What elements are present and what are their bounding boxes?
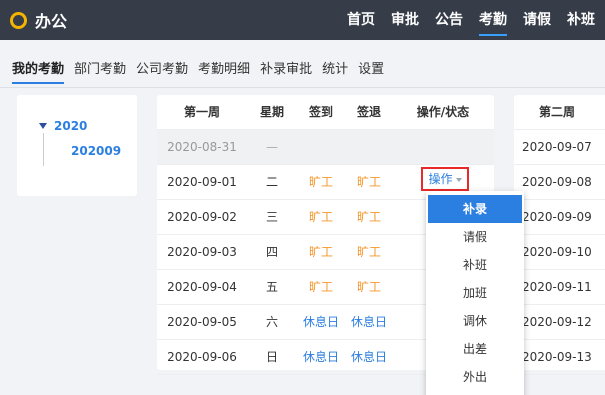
row-checkout-status: 旷工 <box>356 280 381 294</box>
topnav-item-home[interactable]: 首页 <box>347 0 375 40</box>
row-checkin-status: 旷工 <box>308 245 333 259</box>
row-date: 2020-09-11 <box>522 280 592 294</box>
app-title: 办公 <box>35 12 68 31</box>
tree-connector <box>43 133 44 166</box>
row-date: 2020-09-13 <box>522 350 592 364</box>
tree-node-year[interactable]: 2020 <box>54 119 87 133</box>
menu-item-time-off[interactable]: 调休 <box>428 307 522 335</box>
table-row: 2020-09-10 <box>514 235 605 270</box>
row-checkout-status: 旷工 <box>356 245 381 259</box>
row-date: 2020-09-07 <box>522 140 592 154</box>
tree-node-month[interactable]: 202009 <box>71 144 121 158</box>
table-row: 2020-09-13 <box>514 340 605 375</box>
table-header-row: 第二周 <box>514 95 605 130</box>
header-week: 第一周 <box>183 105 220 119</box>
menu-item-supplement[interactable]: 补录 <box>428 195 522 223</box>
row-checkin-status: 旷工 <box>308 280 333 294</box>
row-weekday: 五 <box>265 280 278 294</box>
row-date: 2020-09-09 <box>522 210 592 224</box>
row-weekday: 三 <box>265 210 278 224</box>
row-date: 2020-09-06 <box>167 350 237 364</box>
row-weekday: 四 <box>265 245 278 259</box>
row-checkout-status: 休息日 <box>350 315 387 329</box>
row-weekday: 日 <box>265 350 278 364</box>
row-weekday: 六 <box>265 315 278 329</box>
table-row: 2020-09-12 <box>514 305 605 340</box>
header-week: 第二周 <box>539 105 576 119</box>
row-date: 2020-09-05 <box>167 315 237 329</box>
row-checkin-status: 休息日 <box>302 315 339 329</box>
row-checkout-status: 旷工 <box>356 210 381 224</box>
tab-my-attendance[interactable]: 我的考勤 <box>12 60 65 84</box>
tab-statistics[interactable]: 统计 <box>322 60 348 80</box>
date-tree-panel: 2020 202009 <box>17 95 137 196</box>
row-checkin-status: 旷工 <box>308 175 333 189</box>
week-two-table: 第二周 2020-09-07 2020-09-08 2020-09-09 202… <box>514 95 605 375</box>
row-date: 2020-09-10 <box>522 245 592 259</box>
circle-logo-icon <box>10 11 27 29</box>
sub-nav-tabs: 我的考勤 部门考勤 公司考勤 考勤明细 补录审批 统计 设置 <box>12 60 394 84</box>
operation-label: 操作 <box>428 172 453 186</box>
topnav-item-makeup-shift[interactable]: 补班 <box>567 0 595 40</box>
table-row: 2020-09-09 <box>514 200 605 235</box>
tab-department-attendance[interactable]: 部门考勤 <box>74 60 126 80</box>
header-weekday: 星期 <box>259 105 284 119</box>
tab-settings[interactable]: 设置 <box>358 60 384 80</box>
header-operation-status: 操作/状态 <box>416 105 470 119</box>
row-date: 2020-08-31 <box>167 140 237 154</box>
menu-item-leave[interactable]: 请假 <box>428 223 522 251</box>
row-date: 2020-09-02 <box>167 210 237 224</box>
row-weekday: — <box>266 140 278 154</box>
row-date: 2020-09-04 <box>167 280 237 294</box>
row-date: 2020-09-03 <box>167 245 237 259</box>
top-navigation-bar: 办公 首页 审批 公告 考勤 请假 补班 <box>0 0 605 40</box>
table-row: 2020-09-08 <box>514 165 605 200</box>
divider <box>0 87 605 88</box>
topnav-item-announcement[interactable]: 公告 <box>435 0 463 40</box>
row-checkout-status: 休息日 <box>350 350 387 364</box>
caret-down-icon <box>455 177 462 182</box>
app-logo[interactable]: 办公 <box>10 10 68 31</box>
table-header-row: 第一周 星期 签到 签退 操作/状态 <box>157 95 494 130</box>
operation-dropdown-trigger[interactable]: 操作 <box>421 167 469 191</box>
menu-item-outing[interactable]: 外出 <box>428 363 522 391</box>
row-weekday: 二 <box>265 175 278 189</box>
topnav-item-approval[interactable]: 审批 <box>391 0 419 40</box>
expand-arrow-icon[interactable] <box>39 123 47 129</box>
topnav-item-leave[interactable]: 请假 <box>523 0 551 40</box>
menu-item-business-trip[interactable]: 出差 <box>428 335 522 363</box>
header-checkin: 签到 <box>308 105 333 119</box>
row-date: 2020-09-12 <box>522 315 592 329</box>
topnav-item-attendance[interactable]: 考勤 <box>479 0 507 40</box>
row-date: 2020-09-08 <box>522 175 592 189</box>
menu-item-overtime[interactable]: 加班 <box>428 279 522 307</box>
menu-item-makeup-shift[interactable]: 补班 <box>428 251 522 279</box>
row-checkin-status: 旷工 <box>308 210 333 224</box>
table-row: 2020-09-11 <box>514 270 605 305</box>
tab-attendance-details[interactable]: 考勤明细 <box>198 60 250 80</box>
row-checkout-status: 旷工 <box>356 175 381 189</box>
sub-navigation-bar: 我的考勤 部门考勤 公司考勤 考勤明细 补录审批 统计 设置 <box>0 40 605 88</box>
table-row: 2020-09-07 <box>514 130 605 165</box>
tab-supplement-approval[interactable]: 补录审批 <box>260 60 312 80</box>
row-date: 2020-09-01 <box>167 175 237 189</box>
row-checkin-status: 休息日 <box>302 350 339 364</box>
top-nav-menu: 首页 审批 公告 考勤 请假 补班 <box>347 0 605 40</box>
table-row: 2020-08-31 — <box>157 130 494 165</box>
header-checkout: 签退 <box>356 105 381 119</box>
tab-company-attendance[interactable]: 公司考勤 <box>136 60 188 80</box>
operation-dropdown-menu: 补录 请假 补班 加班 调休 出差 外出 <box>426 191 524 395</box>
